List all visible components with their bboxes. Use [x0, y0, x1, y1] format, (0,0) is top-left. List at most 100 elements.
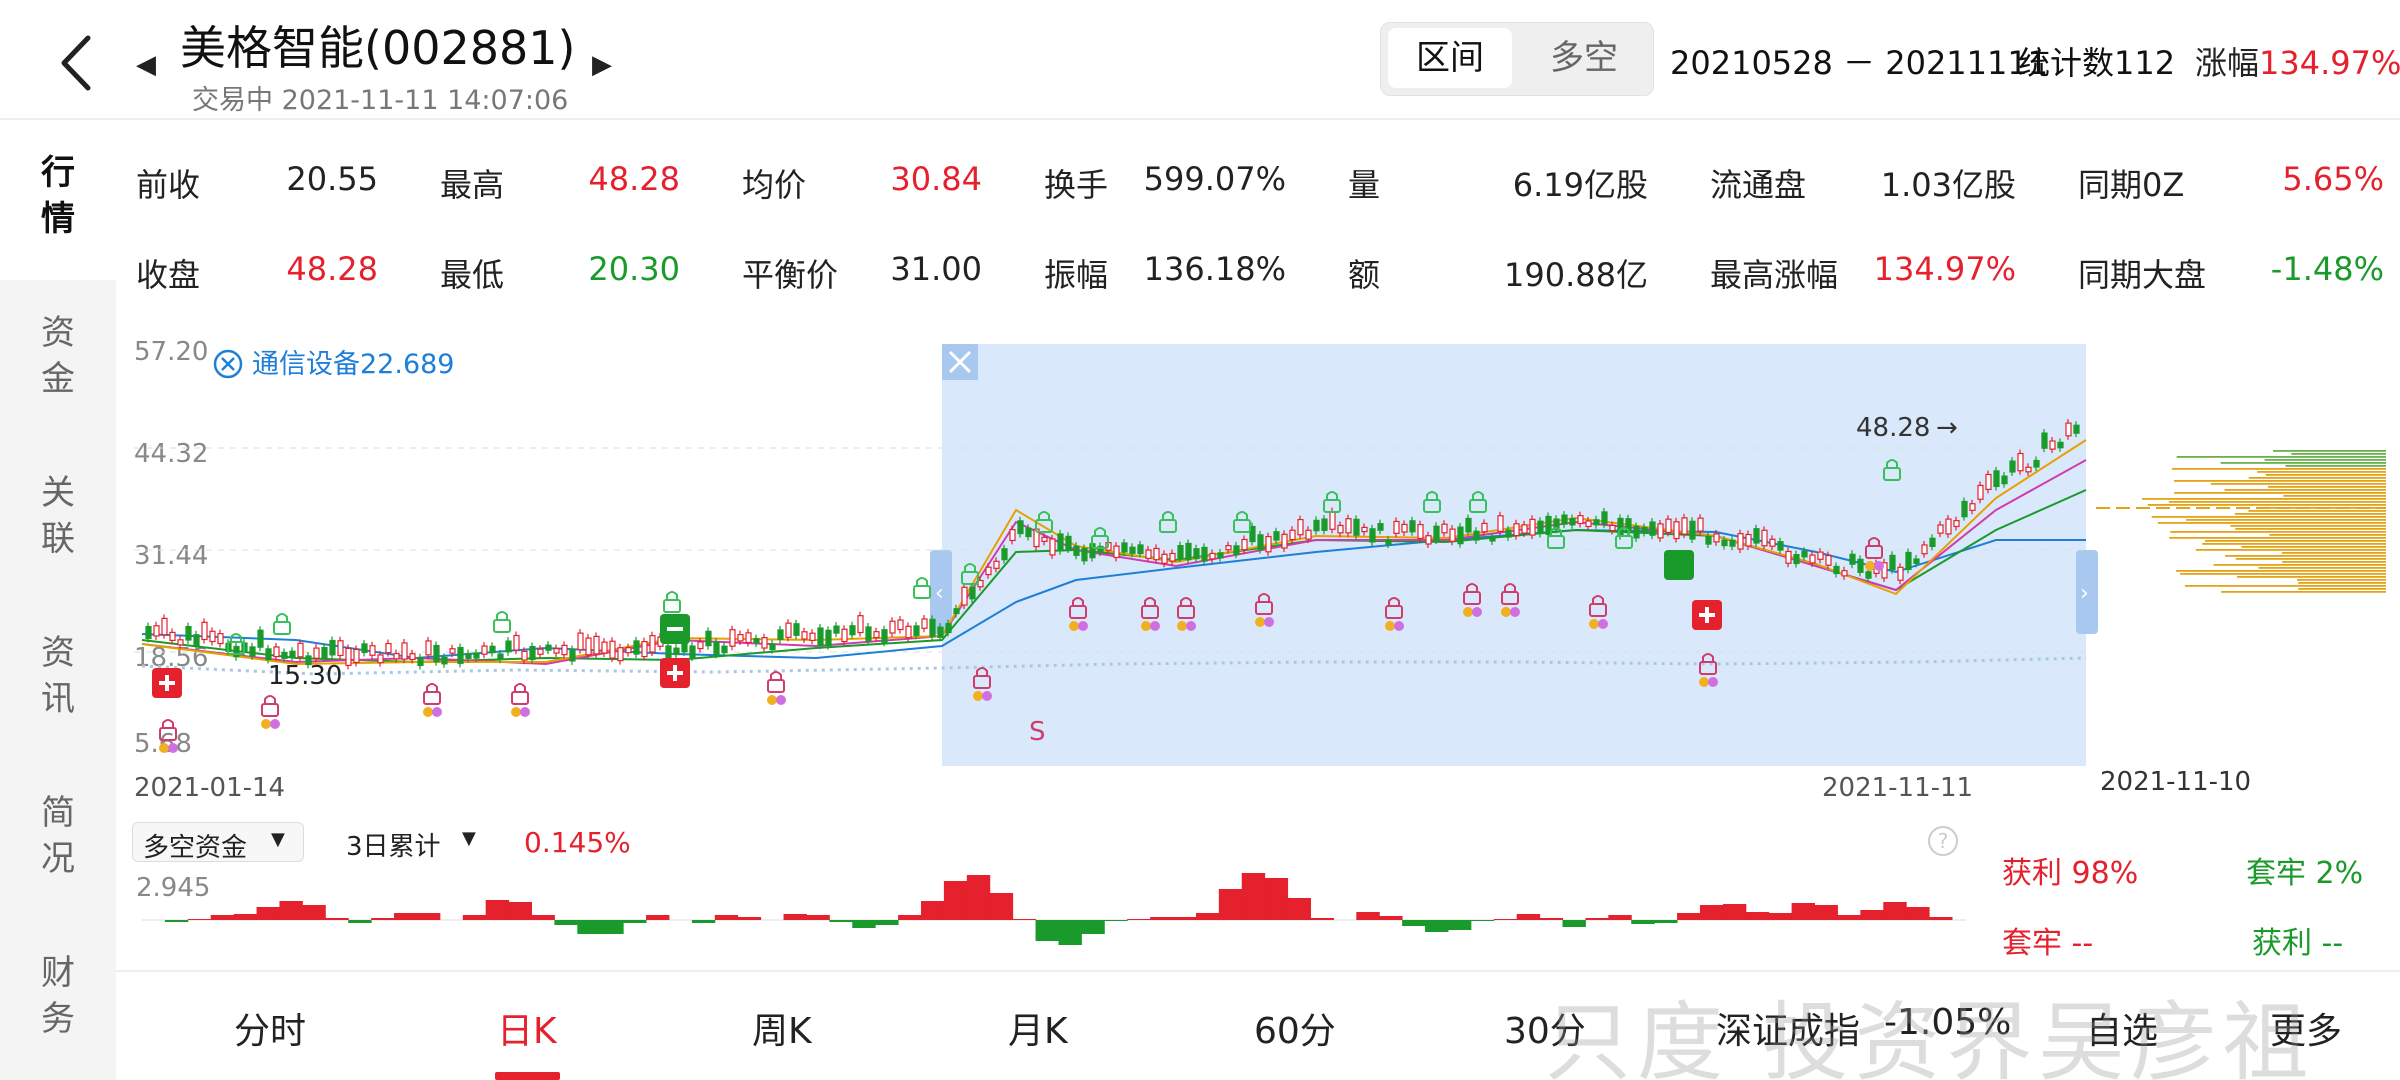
candle	[177, 639, 184, 646]
candle	[345, 647, 352, 666]
period-dropdown[interactable]: 3日累计 ▼	[346, 826, 486, 866]
arrow-right-icon: →	[1936, 413, 1958, 443]
candle	[1009, 529, 1016, 542]
candle	[1769, 538, 1776, 547]
flow-bar	[187, 919, 212, 920]
candle	[145, 625, 152, 639]
price-profile-bar	[2170, 531, 2386, 533]
indicator-value: 0.145%	[524, 826, 631, 859]
price-profile-bar	[2235, 528, 2386, 530]
candle	[1785, 550, 1792, 564]
candle	[745, 632, 752, 644]
candle	[1329, 510, 1336, 530]
candle	[1689, 520, 1696, 540]
flow-bar	[371, 918, 395, 920]
candle	[1401, 523, 1408, 533]
candle	[889, 620, 896, 634]
flow-bar	[714, 915, 739, 920]
candle	[1297, 518, 1304, 536]
prev-stock-button[interactable]: ◀	[136, 50, 156, 80]
candle	[969, 586, 976, 600]
tab-60min[interactable]: 60分	[1254, 1002, 1336, 1054]
industry-tag[interactable]: 通信设备22.689	[252, 349, 454, 380]
candle	[1081, 547, 1088, 562]
sidebar-item-5[interactable]: 财 务	[0, 920, 116, 1060]
sidebar-item-0[interactable]: 行 情	[0, 120, 116, 280]
sidebar-item-2[interactable]: 关 联	[0, 440, 116, 580]
candle	[617, 647, 624, 662]
stat-label: 平衡价	[742, 256, 839, 294]
flow-bar	[531, 915, 555, 920]
flow-bar	[1470, 920, 1495, 921]
next-stock-button[interactable]: ▶	[592, 50, 612, 80]
help-icon[interactable]: ?	[1928, 826, 1958, 856]
candle	[161, 617, 168, 636]
tab-daily-k[interactable]: 日K	[497, 1002, 557, 1054]
back-button[interactable]	[52, 30, 102, 96]
tab-monthly-k[interactable]: 月K	[1008, 1002, 1068, 1054]
candle	[1049, 538, 1056, 556]
flow-bar	[1677, 913, 1701, 920]
candle	[569, 648, 576, 662]
flow-bar	[920, 901, 945, 920]
candle	[1169, 552, 1176, 562]
period-dropdown-label: 3日累计	[346, 832, 441, 862]
price-profile-bar	[2157, 522, 2386, 524]
candle	[1241, 538, 1248, 551]
candle	[1353, 518, 1360, 536]
indicator-dropdown[interactable]: 多空资金 ▼	[132, 822, 304, 863]
profile-date: 2021-11-10	[2100, 767, 2251, 797]
candle	[1145, 549, 1152, 559]
flow-bar	[462, 915, 487, 920]
candle	[1409, 520, 1416, 533]
chevron-left-icon	[61, 35, 91, 91]
candle	[1569, 517, 1576, 526]
date-range: 20210528 － 20211111	[1670, 44, 2049, 82]
price-profile-bar	[2248, 477, 2386, 479]
candle	[377, 654, 384, 664]
minus-marker-icon[interactable]	[1664, 550, 1694, 580]
price-profile-bar	[2225, 555, 2386, 557]
stat-value: 48.28	[588, 160, 680, 198]
price-profile-bar	[2147, 504, 2386, 506]
candle	[2041, 432, 2048, 449]
x-end-date: 2021-11-11	[1822, 773, 1973, 803]
candle	[681, 642, 688, 653]
candle	[1217, 552, 1224, 559]
flow-bar	[256, 907, 280, 920]
candle	[1377, 523, 1384, 531]
candle	[185, 625, 192, 641]
sidebar-item-1[interactable]: 资 金	[0, 280, 116, 420]
candle	[1433, 525, 1440, 541]
win-ratio-2: 获利 --	[2252, 926, 2344, 961]
candle	[753, 637, 760, 644]
win-ratio: 获利 98%	[2002, 856, 2139, 891]
tab-intraday[interactable]: 分时	[234, 1002, 306, 1054]
candle	[193, 634, 200, 647]
sidebar-item-4[interactable]: 简 况	[0, 760, 116, 900]
candle	[1777, 541, 1784, 551]
candle	[297, 642, 304, 658]
candle	[489, 645, 496, 654]
candle	[1201, 546, 1208, 562]
candle	[1737, 533, 1744, 550]
candle	[1113, 545, 1120, 559]
candle	[2065, 422, 2072, 437]
y-tick-1: 57.20	[134, 340, 208, 367]
candle	[1185, 542, 1192, 561]
candle	[449, 648, 456, 654]
stat-label: 均价	[742, 166, 807, 204]
candle	[1361, 526, 1368, 533]
flow-bar	[966, 875, 991, 920]
candle	[497, 653, 504, 660]
candle	[1641, 526, 1648, 534]
flow-bar	[1608, 915, 1632, 920]
price-profile-bar	[2248, 510, 2386, 512]
candle	[1929, 537, 1936, 547]
candle	[761, 637, 768, 649]
tab-range[interactable]: 区间	[1388, 28, 1512, 88]
tab-long-short[interactable]: 多空	[1522, 28, 1646, 88]
tab-weekly-k[interactable]: 周K	[752, 1002, 812, 1054]
sidebar-item-3[interactable]: 资 讯	[0, 600, 116, 740]
flow-bar	[1104, 920, 1128, 921]
